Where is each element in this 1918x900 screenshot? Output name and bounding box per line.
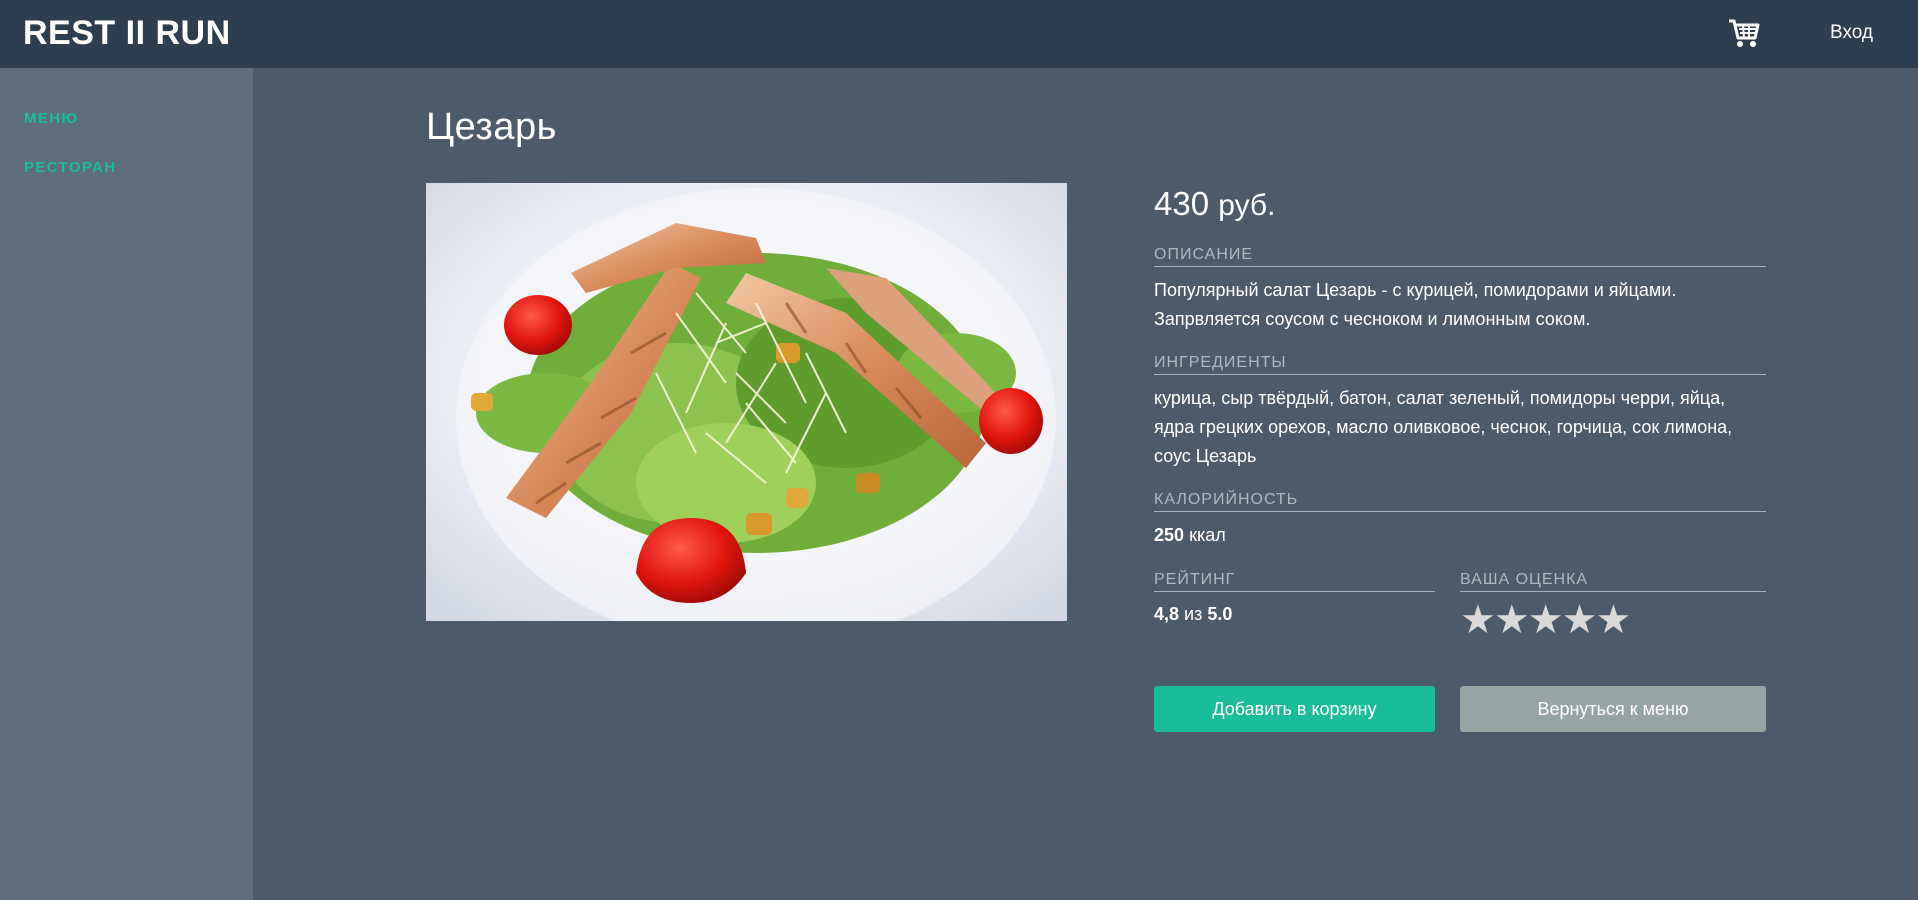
ingredients-line: соус Цезарь <box>1154 446 1257 466</box>
description-label: ОПИСАНИЕ <box>1154 246 1766 267</box>
dish-photo <box>426 183 1067 621</box>
your-rating-label: ВАША ОЦЕНКА <box>1460 571 1766 592</box>
add-to-cart-button[interactable]: Добавить в корзину <box>1154 686 1435 732</box>
ingredients-text: курица, сыр твёрдый, батон, салат зелены… <box>1154 384 1766 471</box>
sidebar-item-menu[interactable]: МЕНЮ <box>24 110 78 127</box>
login-link[interactable]: Вход <box>1830 22 1873 44</box>
page-title: Цезарь <box>426 106 557 148</box>
description-line: Запрвляется соусом с чесноком и лимонным… <box>1154 309 1591 329</box>
price-value: 430 <box>1154 185 1210 222</box>
rating-value: 4,8 <box>1154 604 1180 624</box>
ingredients-line: курица, сыр твёрдый, батон, салат зелены… <box>1154 388 1726 408</box>
sidebar-item-restaurant[interactable]: РЕСТОРАН <box>24 159 116 176</box>
rating-max: 5.0 <box>1207 604 1233 624</box>
top-navbar: REST II RUN Вход <box>0 0 1918 68</box>
star-icon[interactable]: ★ <box>1595 600 1631 640</box>
rating-of: из <box>1184 604 1203 624</box>
description-line: Популярный салат Цезарь - с курицей, пом… <box>1154 280 1677 300</box>
star-icon[interactable]: ★ <box>1528 600 1564 640</box>
description-text: Популярный салат Цезарь - с курицей, пом… <box>1154 276 1766 334</box>
calories-value: 250 <box>1154 525 1185 545</box>
ingredients-label: ИНГРЕДИЕНТЫ <box>1154 354 1766 375</box>
your-rating-stars[interactable]: ★★★★★ <box>1460 600 1631 640</box>
brand-logo[interactable]: REST II RUN <box>23 14 231 53</box>
back-to-menu-button[interactable]: Вернуться к меню <box>1460 686 1766 732</box>
calories-label: КАЛОРИЙНОСТЬ <box>1154 491 1766 512</box>
sidebar: МЕНЮ РЕСТОРАН <box>0 68 253 900</box>
star-icon[interactable]: ★ <box>1562 600 1598 640</box>
rating-text: 4,8 из 5.0 <box>1154 600 1232 629</box>
ingredients-line: ядра грецких орехов, масло оливковое, че… <box>1154 417 1733 437</box>
rating-label: РЕЙТИНГ <box>1154 571 1435 592</box>
star-icon[interactable]: ★ <box>1460 600 1496 640</box>
dish-price: 430 руб. <box>1154 185 1275 223</box>
calories-text: 250 ккал <box>1154 521 1226 550</box>
star-icon[interactable]: ★ <box>1494 600 1530 640</box>
cart-icon[interactable] <box>1727 16 1761 50</box>
price-unit: руб. <box>1218 189 1276 222</box>
calories-unit: ккал <box>1189 525 1226 545</box>
